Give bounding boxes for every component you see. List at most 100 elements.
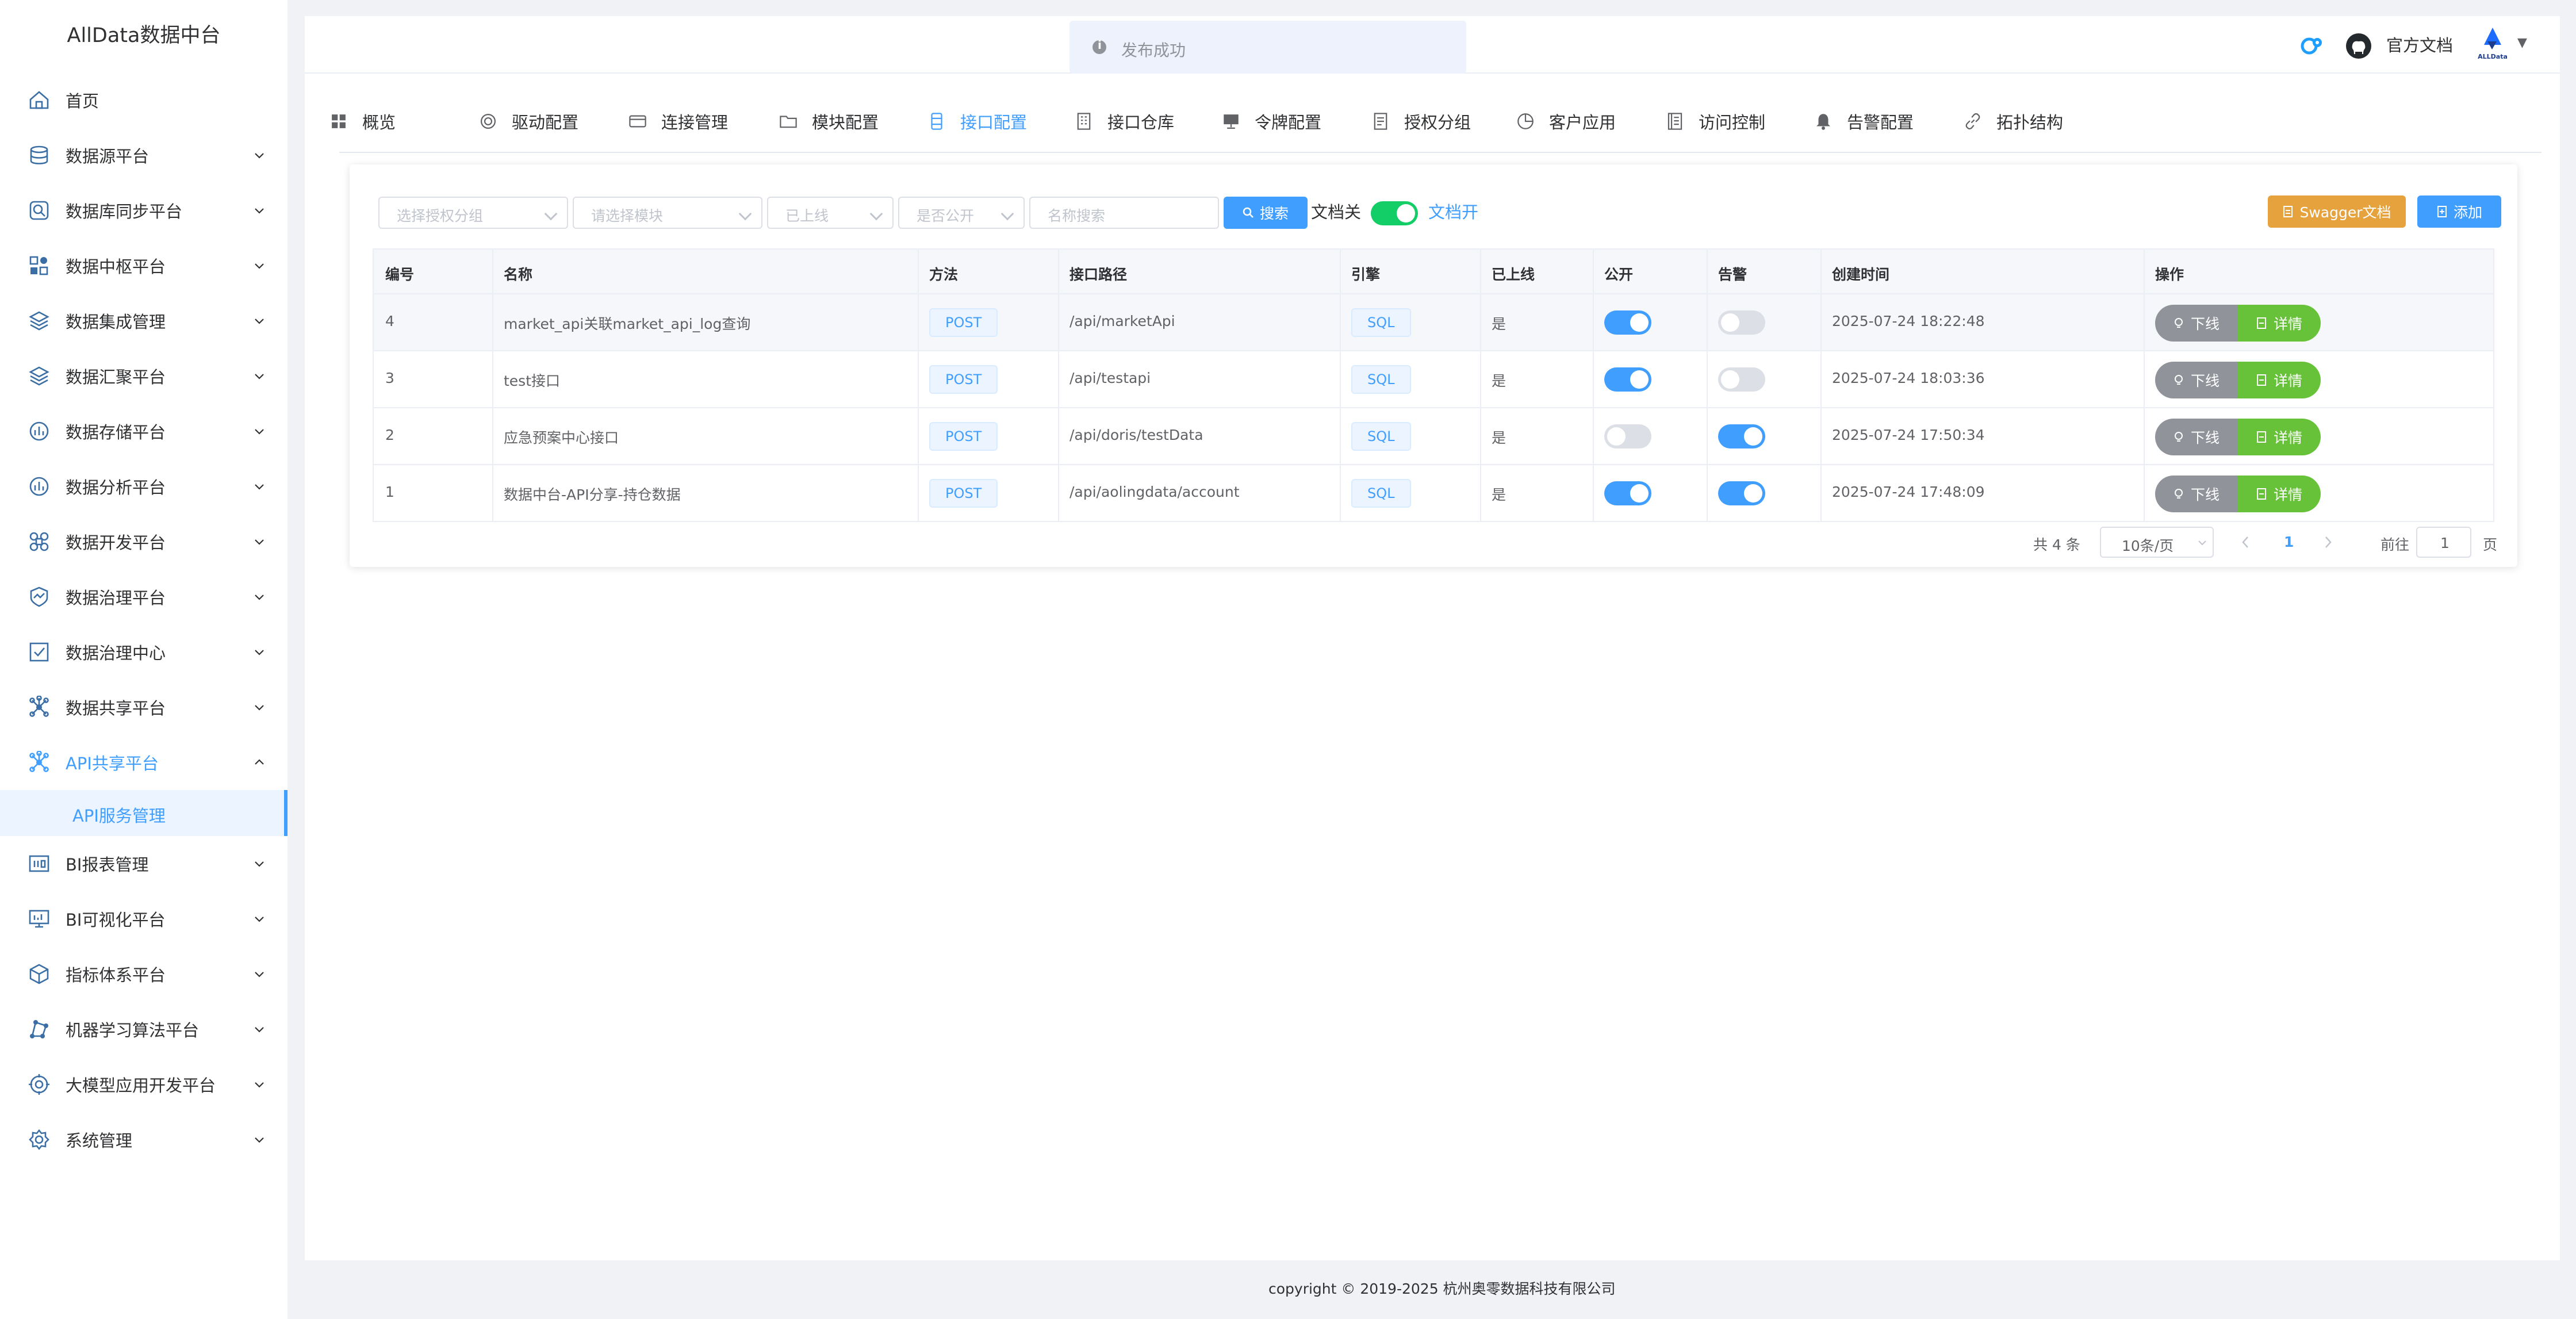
info-icon: [1092, 38, 1106, 54]
chevron-down-icon: [255, 263, 264, 269]
swagger-button-label: Swagger文档: [2299, 204, 2391, 221]
page-size-select[interactable]: 10条/页: [2100, 527, 2214, 558]
module-select[interactable]: 请选择模块: [573, 197, 762, 229]
public-toggle[interactable]: [1604, 310, 1651, 335]
chevron-down-icon: [255, 1082, 264, 1088]
page-number-current[interactable]: 1: [2284, 534, 2294, 550]
public-toggle[interactable]: [1604, 481, 1651, 505]
op-button-label: 下线: [2190, 316, 2220, 332]
detail-button[interactable]: 详情: [2238, 476, 2321, 512]
tab-pie[interactable]: 客户应用: [1516, 107, 1616, 136]
user-avatar[interactable]: ALLData: [2472, 24, 2513, 64]
tab-bell[interactable]: 告警配置: [1814, 107, 1914, 136]
search-button[interactable]: 搜索: [1224, 197, 1308, 229]
tab-list[interactable]: 访问控制: [1665, 107, 1765, 136]
chevron-down-icon: [255, 208, 264, 214]
detail-button[interactable]: 详情: [2238, 362, 2321, 398]
cell-id: 3: [385, 370, 394, 386]
sidebar-item-label: 数据存储平台: [66, 423, 166, 442]
storage-icon: [29, 421, 49, 441]
sidebar-item-15[interactable]: 指标体系平台: [0, 946, 288, 1002]
tab-interface[interactable]: 接口配置: [927, 107, 1027, 136]
official-docs-link[interactable]: 官方文档: [2386, 32, 2453, 56]
column-header: 接口路径: [1070, 266, 1128, 283]
sidebar-item-7[interactable]: 数据分析平台: [0, 459, 288, 514]
goto-prefix: 前往: [2380, 536, 2410, 553]
tab-document[interactable]: 授权分组: [1371, 107, 1471, 136]
alarm-toggle[interactable]: [1718, 310, 1765, 335]
offline-button[interactable]: 下线: [2155, 419, 2238, 455]
submenu-api-service-management[interactable]: API服务管理: [0, 790, 288, 836]
alarm-toggle[interactable]: [1718, 481, 1765, 505]
alarm-toggle[interactable]: [1718, 424, 1765, 448]
database-icon: [30, 145, 48, 164]
sidebar-item-13[interactable]: BI报表管理: [0, 836, 288, 891]
swagger-docs-button[interactable]: Swagger文档: [2268, 195, 2406, 228]
detail-button[interactable]: 详情: [2238, 419, 2321, 455]
doc-toggle[interactable]: [1371, 201, 1418, 225]
tab-link[interactable]: 拓扑结构: [1963, 107, 2063, 136]
alarm-toggle[interactable]: [1718, 367, 1765, 392]
app-title: AllData数据中台: [67, 24, 221, 47]
tab-building[interactable]: 接口仓库: [1074, 107, 1174, 136]
sidebar-item-16[interactable]: 机器学习算法平台: [0, 1002, 288, 1057]
method-tag: POST: [929, 479, 998, 508]
sidebar-item-18[interactable]: 系统管理: [0, 1112, 288, 1167]
tab-token[interactable]: 令牌配置: [1221, 107, 1321, 136]
report-icon: [29, 855, 49, 872]
chevron-down-icon: [255, 1137, 264, 1143]
table-row: 2 应急预案中心接口 POST/api/doris/testData SQL 是 2025…: [373, 408, 2494, 465]
engine-tag: SQL: [1351, 479, 1411, 508]
tab-label: 接口配置: [960, 113, 1028, 132]
setting-gear-icon[interactable]: [2297, 31, 2326, 61]
public-select[interactable]: 是否公开: [898, 197, 1025, 229]
tab-label: 令牌配置: [1255, 113, 1322, 132]
sidebar-item-8[interactable]: 数据开发平台: [0, 514, 288, 569]
prev-page-icon[interactable]: [2241, 536, 2249, 549]
sidebar-item-0[interactable]: 首页: [0, 72, 288, 128]
op-button-label: 详情: [2273, 486, 2302, 503]
sidebar-item-11[interactable]: 数据共享平台: [0, 680, 288, 735]
pagination-total: 共 4 条: [2033, 536, 2080, 553]
add-button[interactable]: 添加: [2417, 195, 2501, 228]
sidebar-item-1[interactable]: 数据源平台: [0, 128, 288, 183]
cell-name: 数据中台-API分享-持仓数据: [504, 486, 681, 503]
offline-button[interactable]: 下线: [2155, 362, 2238, 398]
sidebar-item-10[interactable]: 数据治理中心: [0, 624, 288, 680]
column-header: 创建时间: [1832, 266, 1890, 283]
goto-page-input[interactable]: 1: [2416, 527, 2471, 558]
auth-group-select[interactable]: 选择授权分组: [378, 197, 568, 229]
sidebar-item-label: 大模型应用开发平台: [66, 1076, 216, 1095]
next-page-icon[interactable]: [2324, 536, 2332, 549]
tab-card[interactable]: 连接管理: [628, 107, 728, 136]
tab-driver[interactable]: 驱动配置: [478, 107, 578, 136]
cell-id: 1: [385, 484, 394, 500]
tab-folder[interactable]: 模块配置: [779, 107, 879, 136]
sidebar-item-3[interactable]: 数据中枢平台: [0, 238, 288, 293]
chevron-up-icon: [255, 759, 264, 765]
online-select[interactable]: 已上线: [767, 197, 894, 229]
offline-button[interactable]: 下线: [2155, 476, 2238, 512]
sidebar-item-12[interactable]: API共享平台: [0, 735, 288, 790]
sidebar-item-2[interactable]: 数据库同步平台: [0, 183, 288, 238]
search-icon: [1243, 207, 1254, 218]
offline-button[interactable]: 下线: [2155, 305, 2238, 342]
chevron-down-icon: [1000, 207, 1014, 221]
op-button-label: 详情: [2273, 316, 2302, 332]
dropdown-caret-icon[interactable]: ▼: [2517, 36, 2527, 50]
sidebar-item-5[interactable]: 数据汇聚平台: [0, 348, 288, 404]
public-toggle[interactable]: [1604, 424, 1651, 448]
sidebar-item-14[interactable]: BI可视化平台: [0, 891, 288, 946]
public-toggle[interactable]: [1604, 367, 1651, 392]
sidebar-item-6[interactable]: 数据存储平台: [0, 404, 288, 459]
tab-label: 授权分组: [1404, 113, 1471, 132]
sidebar-item-9[interactable]: 数据治理平台: [0, 569, 288, 624]
name-search-input[interactable]: 名称搜索: [1029, 197, 1219, 229]
github-icon[interactable]: [2344, 31, 2374, 61]
cell-created-time: 2025-07-24 18:22:48: [1832, 313, 1985, 329]
sidebar-item-17[interactable]: 大模型应用开发平台: [0, 1057, 288, 1112]
top-header: 发布成功 官方文档 ALLData ▼: [305, 16, 2560, 74]
tab-grid[interactable]: 概览: [329, 107, 396, 136]
detail-button[interactable]: 详情: [2238, 305, 2321, 342]
sidebar-item-4[interactable]: 数据集成管理: [0, 293, 288, 348]
